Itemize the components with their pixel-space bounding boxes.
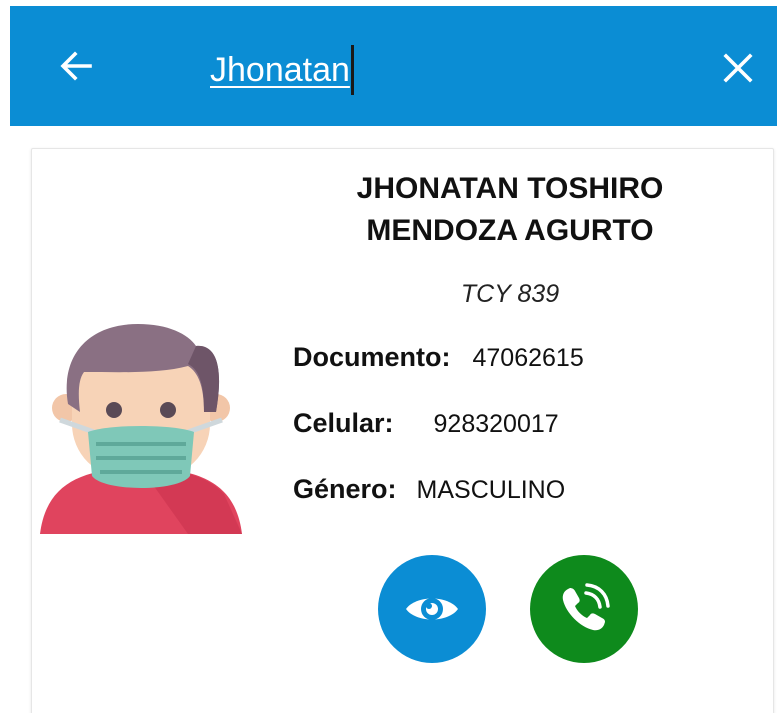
driver-name-line1: JHONATAN TOSHIRO [356, 172, 664, 205]
genero-value: MASCULINO [416, 476, 566, 504]
search-query-text[interactable]: Jhonatan [210, 51, 350, 90]
clear-search-button[interactable] [716, 46, 760, 90]
text-cursor [350, 45, 354, 95]
view-details-button[interactable] [378, 555, 486, 663]
driver-name-line2: MENDOZA AGURTO [366, 214, 654, 247]
eye-icon [406, 598, 458, 620]
celular-row: Celular: 928320017 [293, 408, 559, 439]
back-button[interactable] [54, 44, 98, 88]
search-input[interactable]: Jhonatan [210, 44, 354, 96]
genero-label: Género: [293, 474, 397, 504]
vehicle-plate: TCY 839 [460, 280, 560, 308]
genero-row: Género: MASCULINO [293, 474, 565, 505]
masked-person-avatar [40, 324, 242, 534]
phone-call-icon [562, 583, 610, 631]
close-icon [723, 53, 753, 83]
search-app-bar: Jhonatan [10, 6, 777, 126]
documento-value: 47062615 [472, 344, 584, 372]
driver-name: JHONATAN TOSHIRO MENDOZA AGURTO [290, 168, 730, 252]
arrow-left-icon [60, 51, 92, 81]
celular-label: Celular: [293, 408, 394, 438]
documento-label: Documento: [293, 342, 451, 372]
call-button[interactable] [530, 555, 638, 663]
celular-value: 928320017 [433, 410, 559, 438]
documento-row: Documento: 47062615 [293, 342, 584, 373]
screen: Jhonatan JHONATAN TOSHIRO MENDOZA AGURTO… [0, 0, 777, 713]
